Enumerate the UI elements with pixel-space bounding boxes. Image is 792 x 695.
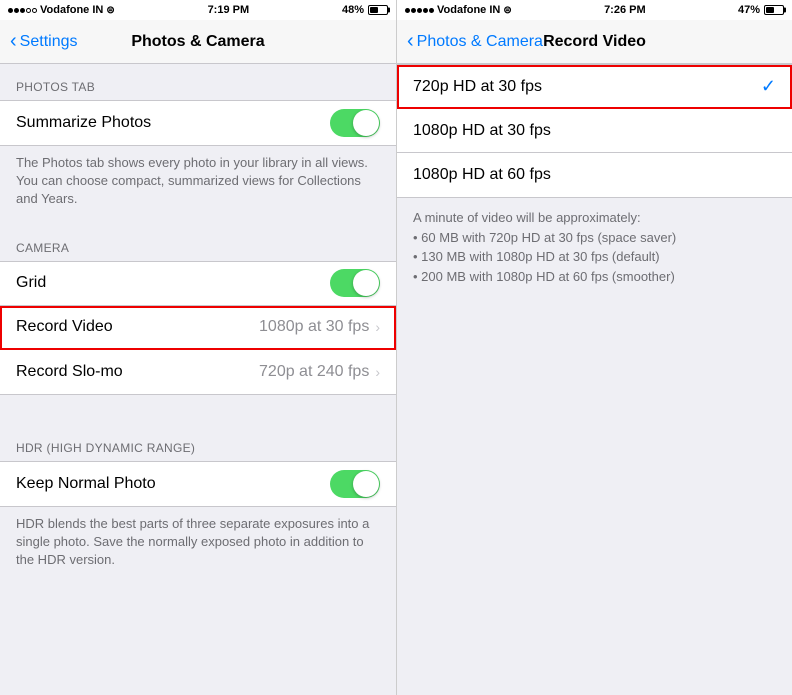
battery-pct-left: 48% (342, 4, 364, 16)
wifi-icon-left: ⊜ (106, 5, 114, 16)
label-summarize-photos: Summarize Photos (16, 114, 330, 132)
rdot5 (429, 8, 434, 13)
camera-group: Grid Record Video 1080p at 30 fps › Reco… (0, 261, 396, 395)
nav-bar-right: ‹ Photos & Camera Record Video (397, 20, 792, 64)
label-record-video: Record Video (16, 318, 259, 336)
value-record-slomo: 720p at 240 fps (259, 363, 369, 381)
back-button-left[interactable]: ‹ Settings (10, 32, 77, 51)
right-phone: Vodafone IN ⊜ 7:26 PM 47% ‹ Photos & Cam… (396, 0, 792, 695)
dot3 (20, 8, 25, 13)
desc-hdr: HDR blends the best parts of three separ… (0, 507, 396, 586)
option-720p-30[interactable]: 720p HD at 30 fps ✓ (397, 65, 792, 109)
chevron-record-video-icon: › (375, 319, 380, 335)
back-label-right: Photos & Camera (417, 33, 543, 51)
video-options-group: 720p HD at 30 fps ✓ 1080p HD at 30 fps 1… (397, 64, 792, 198)
content-left: PHOTOS TAB Summarize Photos The Photos t… (0, 64, 396, 695)
signal-bars (8, 8, 37, 13)
rdot4 (423, 8, 428, 13)
toggle-knob-grid (353, 270, 379, 296)
rdot3 (417, 8, 422, 13)
time-left: 7:19 PM (208, 4, 250, 16)
label-keep-normal-photo: Keep Normal Photo (16, 475, 330, 493)
status-bar-right: Vodafone IN ⊜ 7:26 PM 47% (397, 0, 792, 20)
label-record-slomo: Record Slo-mo (16, 363, 259, 381)
battery-fill-right (766, 7, 774, 13)
spacer1 (0, 395, 396, 425)
dot1 (8, 8, 13, 13)
battery-fill-left (370, 7, 378, 13)
label-1080p-30: 1080p HD at 30 fps (413, 122, 776, 140)
rdot1 (405, 8, 410, 13)
status-bar-left: Vodafone IN ⊜ 7:19 PM 48% (0, 0, 396, 20)
nav-title-right: Record Video (543, 33, 646, 51)
status-right-right: 47% (738, 4, 784, 16)
chevron-slomo-icon: › (375, 364, 380, 380)
photos-tab-group: Summarize Photos (0, 100, 396, 146)
row-grid[interactable]: Grid (0, 262, 396, 306)
row-record-video[interactable]: Record Video 1080p at 30 fps › (0, 306, 396, 350)
label-720p-30: 720p HD at 30 fps (413, 78, 761, 96)
status-right-left: 48% (342, 4, 388, 16)
option-1080p-30[interactable]: 1080p HD at 30 fps (397, 109, 792, 153)
label-grid: Grid (16, 274, 330, 292)
content-right: 720p HD at 30 fps ✓ 1080p HD at 30 fps 1… (397, 64, 792, 695)
back-button-right[interactable]: ‹ Photos & Camera (407, 32, 543, 51)
toggle-knob-summarize (353, 110, 379, 136)
status-left: Vodafone IN ⊜ (8, 4, 115, 16)
dot5 (32, 8, 37, 13)
row-keep-normal-photo[interactable]: Keep Normal Photo (0, 462, 396, 506)
battery-pct-right: 47% (738, 4, 760, 16)
chevron-left-icon: ‹ (10, 31, 17, 51)
nav-bar-left: ‹ Settings Photos & Camera (0, 20, 396, 64)
rdot2 (411, 8, 416, 13)
section-header-camera: CAMERA (0, 225, 396, 261)
battery-icon-right (764, 5, 784, 15)
carrier-left: Vodafone IN (40, 4, 103, 16)
toggle-summarize-photos[interactable] (330, 109, 380, 137)
toggle-knob-keep-normal (353, 471, 379, 497)
checkmark-icon: ✓ (761, 76, 776, 97)
dot4 (26, 8, 31, 13)
signal-bars-right (405, 8, 434, 13)
row-record-slomo[interactable]: Record Slo-mo 720p at 240 fps › (0, 350, 396, 394)
dot2 (14, 8, 19, 13)
toggle-grid[interactable] (330, 269, 380, 297)
back-label-left: Settings (20, 33, 78, 51)
hdr-group: Keep Normal Photo (0, 461, 396, 507)
section-header-hdr: HDR (HIGH DYNAMIC RANGE) (0, 425, 396, 461)
desc-photos-tab: The Photos tab shows every photo in your… (0, 146, 396, 225)
nav-title-left: Photos & Camera (131, 33, 264, 51)
time-right: 7:26 PM (604, 4, 646, 16)
left-phone: Vodafone IN ⊜ 7:19 PM 48% ‹ Settings Pho… (0, 0, 396, 695)
section-header-photos-tab: PHOTOS TAB (0, 64, 396, 100)
video-info: A minute of video will be approximately:… (397, 198, 792, 302)
chevron-left-icon-right: ‹ (407, 31, 414, 51)
row-summarize-photos[interactable]: Summarize Photos (0, 101, 396, 145)
battery-icon-left (368, 5, 388, 15)
value-record-video: 1080p at 30 fps (259, 318, 369, 336)
label-1080p-60: 1080p HD at 60 fps (413, 166, 776, 184)
status-left-right: Vodafone IN ⊜ (405, 4, 512, 16)
wifi-icon-right: ⊜ (503, 5, 511, 16)
toggle-keep-normal[interactable] (330, 470, 380, 498)
option-1080p-60[interactable]: 1080p HD at 60 fps (397, 153, 792, 197)
carrier-right: Vodafone IN (437, 4, 500, 16)
